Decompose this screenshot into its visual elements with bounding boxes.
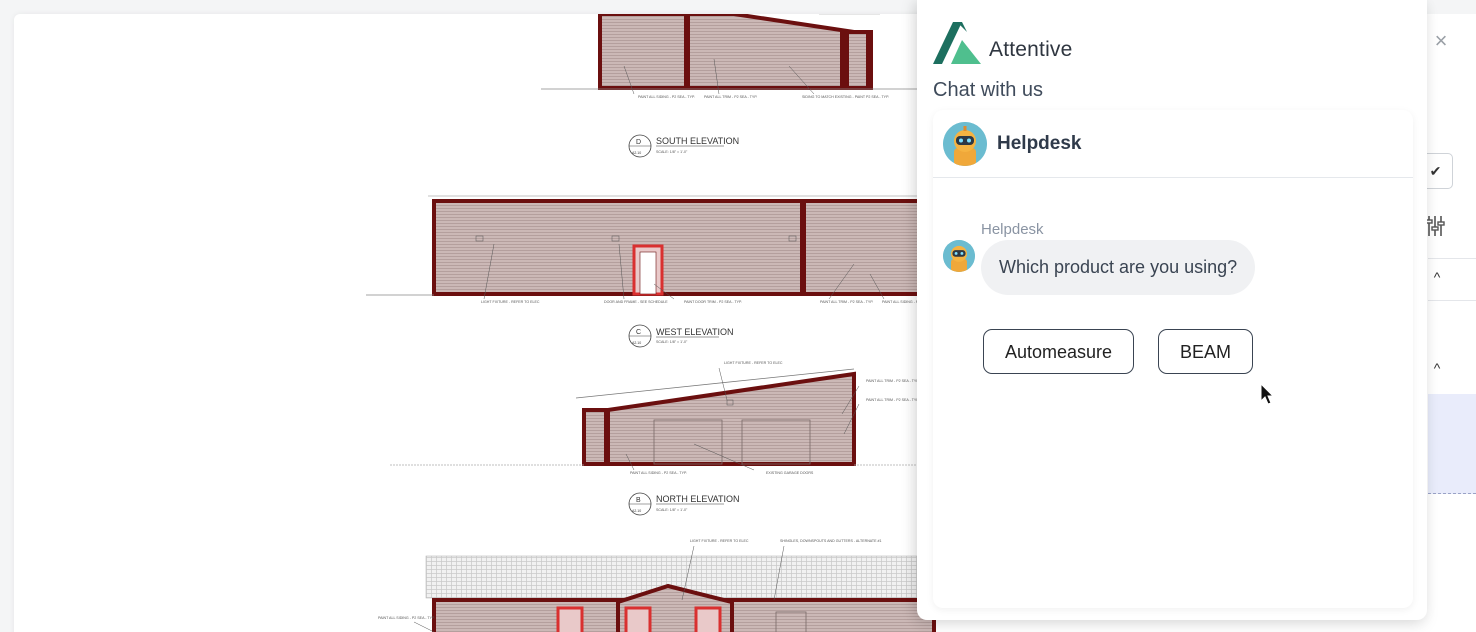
note-paint-siding: PAINT ALL SIDING - P2 SEA - TYP. (378, 616, 435, 620)
option-beam-button[interactable]: BEAM (1158, 329, 1254, 374)
brand-name: Attentive (989, 38, 1073, 61)
close-icon[interactable]: × (1430, 30, 1452, 52)
tag-sheet: A2.10 (632, 509, 641, 513)
mouse-cursor-icon (1260, 383, 1275, 405)
tag-sheet: A2.10 (632, 151, 641, 155)
note-paint-trim: PAINT ALL TRIM - P2 SEA - TYP. (704, 95, 757, 99)
note-paint-siding: PAINT ALL SIDING - P2 SEA - TYP. (638, 95, 695, 99)
highlighted-row[interactable] (1428, 394, 1476, 494)
attentive-logo-icon (933, 22, 981, 64)
agent-name: Helpdesk (997, 133, 1082, 154)
robot-avatar-icon (943, 240, 975, 272)
divider (1428, 300, 1476, 301)
east-elevation-building (413, 545, 936, 632)
note-paint-trim: PAINT ALL TRIM - P2 SEA - TYP. (866, 398, 919, 402)
tag-letter: C (636, 329, 641, 336)
note-light-fixture: LIGHT FIXTURE - REFER TO ELEC (481, 300, 540, 304)
note-door-trim: PAINT DOOR TRIM - P2 SEA - TYP. (684, 300, 742, 304)
elevation-scale: SCALE: 1/8" = 1'-0" (656, 340, 688, 344)
chat-heading: Chat with us (933, 79, 1044, 101)
note-light-fixture: LIGHT FIXTURE - REFER TO ELEC (690, 539, 749, 543)
north-elevation-tag: B A2.10 NORTH ELEVATION SCALE: 1/8" = 1'… (628, 492, 740, 516)
south-elevation-building (541, 14, 929, 95)
option-automeasure-button[interactable]: Automeasure (983, 329, 1135, 374)
note-paint-trim: PAINT ALL TRIM - P2 SEA - TYP. (820, 300, 873, 304)
note-paint-trim: PAINT ALL TRIM - P2 SEA - TYP. (866, 379, 919, 383)
note-shingles: SHINGLES, DOWNSPOUTS AND GUTTERS - ALTER… (780, 539, 882, 543)
elevation-title: NORTH ELEVATION (656, 494, 740, 504)
note-light-fixture: LIGHT FIXTURE - REFER TO ELEC (724, 361, 783, 365)
note-door-frame: DOOR AND FRAME - SEE SCHEDULE (604, 300, 668, 304)
chevron-up-icon[interactable]: ^ (1428, 270, 1446, 284)
agent-header: Helpdesk (933, 110, 1413, 178)
west-elevation-tag: C A2.10 WEST ELEVATION SCALE: 1/8" = 1'-… (628, 324, 734, 348)
south-elevation-tag: D A2.10 SOUTH ELEVATION SCALE: 1/8" = 1'… (628, 134, 739, 158)
tag-letter: B (636, 497, 641, 504)
filter-icon[interactable] (1424, 214, 1446, 238)
note-siding-match: SIDING TO MATCH EXISTING - PAINT P2 SEA … (802, 95, 889, 99)
elevation-title: WEST ELEVATION (656, 327, 734, 337)
chevron-up-icon[interactable]: ^ (1428, 361, 1446, 375)
elevation-scale: SCALE: 1/8" = 1'-0" (656, 150, 688, 154)
divider (1428, 258, 1476, 259)
west-elevation-building (366, 195, 936, 300)
note-paint-siding: PAINT ALL SIDING - P2 SEA - TYP. (630, 471, 687, 475)
elevation-title: SOUTH ELEVATION (656, 136, 739, 146)
chat-widget: Attentive Chat with us Helpdesk Helpdesk (917, 0, 1427, 620)
message-bubble: Which product are you using? (981, 240, 1256, 295)
note-garage-doors: EXISTING GARAGE DOORS (766, 471, 814, 475)
tag-letter: D (636, 139, 641, 146)
message-sender: Helpdesk (981, 221, 1044, 238)
tag-sheet: A2.10 (632, 341, 641, 345)
north-elevation-building (390, 367, 929, 471)
chat-panel: Helpdesk Helpdesk Which product are you … (933, 110, 1413, 608)
robot-avatar-icon (943, 122, 987, 166)
elevation-scale: SCALE: 1/8" = 1'-0" (656, 508, 688, 512)
